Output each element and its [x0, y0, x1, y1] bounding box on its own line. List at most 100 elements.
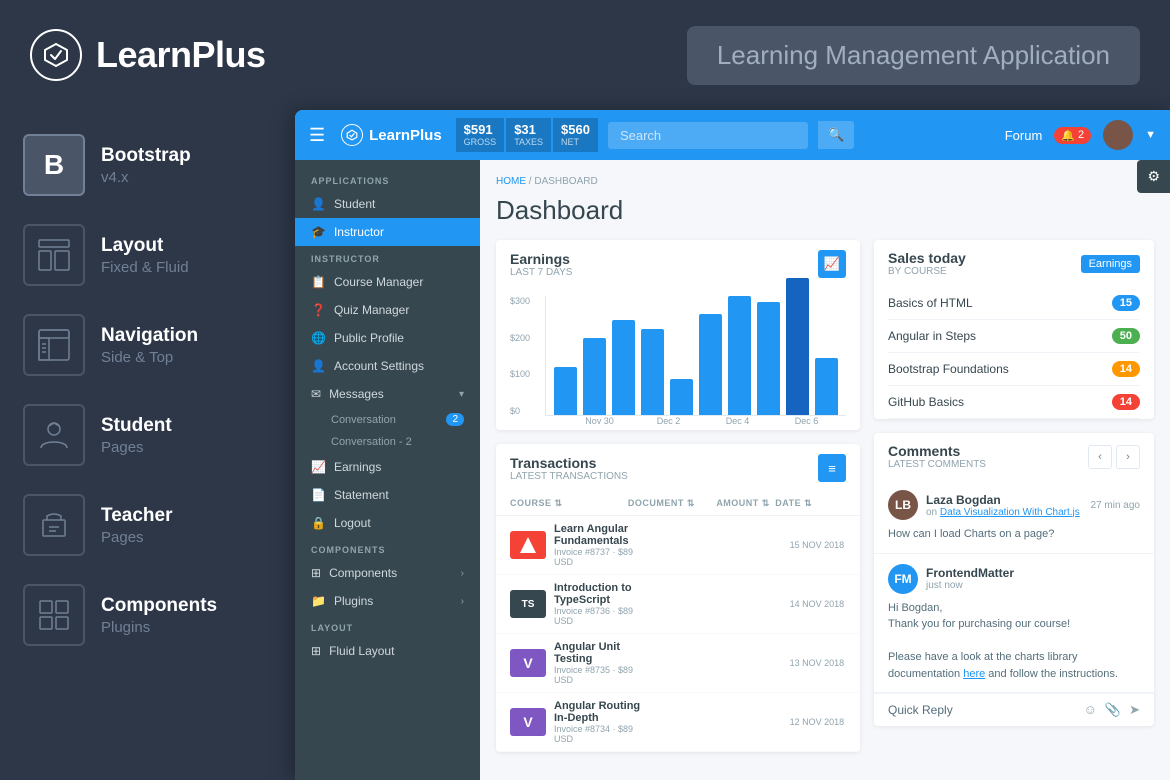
inner-topnav: ☰ LearnPlus $591 GROSS $31 TAXES $560 NE… — [295, 110, 1170, 160]
table-row: Learn Angular Fundamentals Invoice #8737… — [496, 516, 860, 575]
bar-6 — [699, 314, 722, 415]
earnings-icon: 📈 — [311, 460, 326, 474]
quick-reply: Quick Reply ☺ 📎 ➤ — [874, 693, 1154, 726]
sidebar-item-instructor[interactable]: 🎓 Instructor — [295, 218, 480, 246]
reply-attach-icon[interactable]: 📎 — [1105, 702, 1121, 718]
user-avatar[interactable] — [1103, 120, 1133, 150]
settings-gear-btn[interactable]: ⚙ — [1137, 160, 1170, 193]
sidebar-item-earnings[interactable]: 📈 Earnings — [295, 453, 480, 481]
sidebar-item-course-manager[interactable]: 📋 Course Manager — [295, 268, 480, 296]
sidebar-item-navigation[interactable]: Navigation Side & Top — [0, 300, 295, 390]
sales-subtitle: BY COURSE — [888, 266, 966, 277]
sidebar-item-teacher[interactable]: Teacher Pages — [0, 480, 295, 570]
topnav-right: Forum 🔔 2 ▼ — [1005, 120, 1156, 150]
sales-card-header: Sales today BY COURSE Earnings — [874, 240, 1154, 287]
comment-1-text: How can I load Charts on a page? — [888, 526, 1140, 543]
sidebar-item-logout[interactable]: 🔒 Logout — [295, 509, 480, 537]
search-button[interactable]: 🔍 — [818, 121, 854, 149]
bar-8 — [757, 302, 780, 415]
transactions-title: Transactions — [510, 455, 628, 471]
comment-1-header: LB Laza Bogdan on Data Visualization Wit… — [888, 490, 1140, 520]
table-row: V Angular Routing In-Depth Invoice #8734… — [496, 693, 860, 752]
dash-left: Earnings LAST 7 DAYS 📈 $300 $200 $100 $0 — [496, 240, 860, 752]
sidebar-item-statement[interactable]: 📄 Statement — [295, 481, 480, 509]
sales-title: Sales today — [888, 250, 966, 266]
quick-reply-label: Quick Reply — [888, 703, 1078, 717]
row-thumb-1 — [510, 531, 546, 559]
chart-area: $300 $200 $100 $0 — [496, 288, 860, 430]
transactions-btn[interactable]: ≡ — [818, 454, 846, 482]
sidebar-item-public-profile[interactable]: 🌐 Public Profile — [295, 324, 480, 352]
logo-text: LearnPlus — [96, 34, 266, 76]
sidebar-item-components[interactable]: ⊞ Components › — [295, 559, 480, 587]
plugins-arrow: › — [461, 596, 464, 607]
section-instructor: INSTRUCTOR — [295, 246, 480, 268]
components-arrow: › — [461, 568, 464, 579]
main-content: ☰ LearnPlus $591 GROSS $31 TAXES $560 NE… — [295, 110, 1170, 780]
comment-prev[interactable]: ‹ — [1088, 445, 1112, 469]
sidebar-sub-conversation2[interactable]: Conversation - 2 — [295, 431, 480, 453]
sidebar-item-plugins[interactable]: 📁 Plugins › — [295, 587, 480, 615]
notification-button[interactable]: 🔔 2 — [1054, 127, 1091, 144]
avatar-dropdown-icon[interactable]: ▼ — [1145, 129, 1156, 141]
reply-emoji-icon[interactable]: ☺ — [1084, 702, 1097, 718]
earnings-chart-btn[interactable]: 📈 — [818, 250, 846, 278]
page-title: Dashboard — [496, 195, 1154, 226]
sidebar-item-layout[interactable]: Layout Fixed & Fluid — [0, 210, 295, 300]
row-thumb-2: TS — [510, 590, 546, 618]
breadcrumb-home[interactable]: HOME — [496, 176, 526, 187]
comment-next[interactable]: › — [1116, 445, 1140, 469]
bar-10 — [815, 358, 838, 415]
earnings-card: Earnings LAST 7 DAYS 📈 $300 $200 $100 $0 — [496, 240, 860, 430]
student-nav-icon: 👤 — [311, 197, 326, 211]
reply-send-icon[interactable]: ➤ — [1129, 702, 1140, 718]
sales-item-4: GitHub Basics 14 — [888, 386, 1140, 419]
comment-link[interactable]: Data Visualization With Chart.js — [940, 507, 1080, 518]
plugins-icon: 📁 — [311, 594, 326, 608]
logo-area: LearnPlus — [30, 29, 266, 81]
breadcrumb-current: DASHBOARD — [534, 176, 597, 187]
sales-item-1: Basics of HTML 15 — [888, 287, 1140, 320]
sidebar-item-student[interactable]: Student Pages — [0, 390, 295, 480]
table-row: TS Introduction to TypeScript Invoice #8… — [496, 575, 860, 634]
main-header: LearnPlus Learning Management Applicatio… — [0, 0, 1170, 110]
section-applications: APPLICATIONS — [295, 168, 480, 190]
row-info-3: Angular Unit Testing Invoice #8735 · $89… — [554, 641, 648, 685]
components-icon — [23, 584, 85, 646]
bar-7 — [728, 296, 751, 415]
forum-link[interactable]: Forum — [1005, 128, 1043, 143]
sidebar-item-quiz-manager[interactable]: ❓ Quiz Manager — [295, 296, 480, 324]
sidebar-item-messages[interactable]: ✉ Messages ▾ — [295, 380, 480, 408]
section-layout: LAYOUT — [295, 615, 480, 637]
comment-2-link[interactable]: here — [963, 668, 985, 680]
dashboard-grid: Earnings LAST 7 DAYS 📈 $300 $200 $100 $0 — [496, 240, 1154, 752]
hamburger-icon[interactable]: ☰ — [309, 125, 325, 146]
sidebar-item-student[interactable]: 👤 Student — [295, 190, 480, 218]
public-profile-icon: 🌐 — [311, 331, 326, 345]
course-manager-icon: 📋 — [311, 275, 326, 289]
bar-1 — [554, 367, 577, 415]
sidebar-sub-conversation[interactable]: Conversation 2 — [295, 408, 480, 431]
bar-9 — [786, 278, 809, 415]
bar-2 — [583, 338, 606, 415]
logo-icon — [30, 29, 82, 81]
row-thumb-3: V — [510, 649, 546, 677]
sidebar-item-account-settings[interactable]: 👤 Account Settings — [295, 352, 480, 380]
inner-logo: LearnPlus — [341, 124, 442, 146]
comment-1: LB Laza Bogdan on Data Visualization Wit… — [874, 480, 1154, 554]
sidebar-item-components[interactable]: Components Plugins — [0, 570, 295, 660]
transactions-subtitle: LATEST TRANSACTIONS — [510, 471, 628, 482]
comments-subtitle: LATEST COMMENTS — [888, 459, 986, 470]
table-header: COURSE ⇅ DOCUMENT ⇅ AMOUNT ⇅ DATE ⇅ — [496, 492, 860, 516]
quick-reply-icons: ☺ 📎 ➤ — [1084, 702, 1140, 718]
search-input[interactable] — [608, 122, 808, 149]
sidebar-item-bootstrap[interactable]: B Bootstrap v4.x — [0, 120, 295, 210]
bar-3 — [612, 320, 635, 415]
chart-y-labels: $300 $200 $100 $0 — [510, 296, 530, 416]
bar-4 — [641, 329, 664, 415]
sidebar-item-fluid-layout[interactable]: ⊞ Fluid Layout — [295, 637, 480, 665]
quiz-manager-icon: ❓ — [311, 303, 326, 317]
sidebar-item-text: Teacher Pages — [101, 505, 172, 546]
stat-gross: $591 GROSS — [456, 118, 505, 152]
comment-nav: ‹ › — [1088, 445, 1140, 469]
